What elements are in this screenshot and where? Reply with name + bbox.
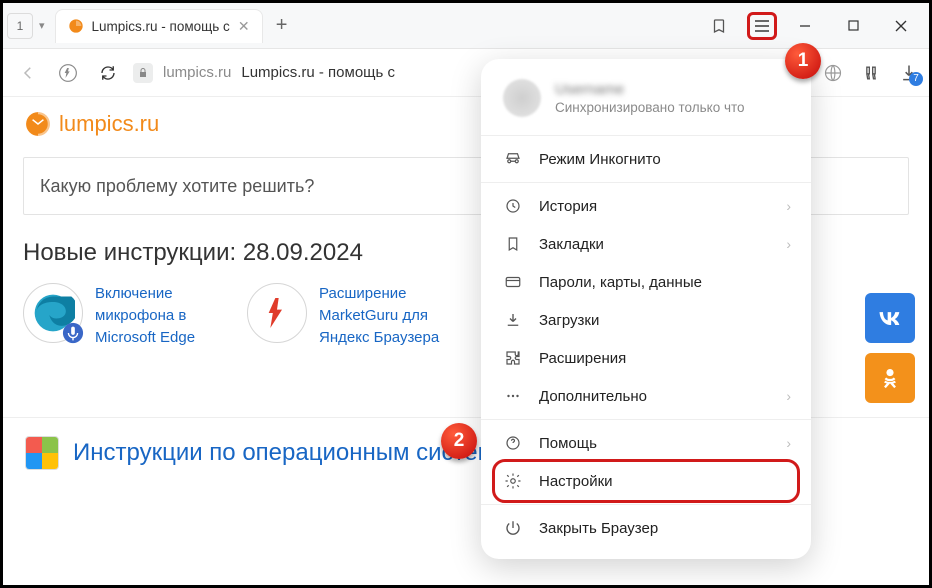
chevron-down-icon[interactable]: ▾	[39, 19, 45, 32]
annotation-2: 2	[441, 423, 477, 459]
back-button[interactable]	[13, 58, 43, 88]
edge-icon	[23, 283, 83, 343]
chevron-right-icon: ›	[786, 435, 791, 451]
favicon-icon	[68, 18, 84, 34]
menu-header[interactable]: Username Синхронизировано только что	[481, 73, 811, 131]
new-tab-button[interactable]: +	[267, 11, 297, 41]
download-icon	[503, 310, 523, 330]
chevron-right-icon: ›	[786, 236, 791, 252]
globe-icon[interactable]	[823, 63, 843, 83]
card-yandex-ext[interactable]: Расширение MarketGuru для Яндекс Браузер…	[247, 283, 457, 348]
maximize-button[interactable]	[829, 6, 877, 46]
menu-close-browser[interactable]: Закрыть Браузер	[481, 509, 811, 547]
chevron-right-icon: ›	[786, 198, 791, 214]
ok-button[interactable]	[865, 353, 915, 403]
menu-more[interactable]: Дополнительно›	[481, 377, 811, 415]
card-icon	[503, 272, 523, 292]
chevron-right-icon: ›	[786, 388, 791, 404]
gear-icon	[503, 471, 523, 491]
yandex-home-icon[interactable]	[53, 58, 83, 88]
bookmark-icon	[503, 234, 523, 254]
card-title: Расширение MarketGuru для Яндекс Браузер…	[319, 283, 457, 348]
menu-bookmarks[interactable]: Закладки›	[481, 225, 811, 263]
menu-incognito[interactable]: Режим Инкогнито	[481, 140, 811, 178]
browser-tab[interactable]: Lumpics.ru - помощь с ✕	[55, 9, 263, 43]
url-title: Lumpics.ru - помощь с	[241, 64, 395, 81]
more-icon	[503, 386, 523, 406]
downloads-icon[interactable]: 7	[899, 63, 919, 83]
os-grid-icon	[25, 436, 59, 470]
site-logo-icon	[25, 111, 51, 137]
card-title: Включение микрофона в Microsoft Edge	[95, 283, 233, 348]
minimize-button[interactable]	[781, 6, 829, 46]
menu-extensions[interactable]: Расширения	[481, 339, 811, 377]
close-window-button[interactable]	[877, 6, 925, 46]
top-icon-group	[699, 9, 777, 43]
power-icon	[503, 518, 523, 538]
menu-sync-status: Синхронизировано только что	[555, 100, 745, 115]
annotation-1: 1	[785, 43, 821, 79]
close-tab-icon[interactable]: ✕	[238, 18, 250, 35]
site-name: lumpics.ru	[59, 111, 159, 137]
menu-username: Username	[555, 81, 745, 98]
vk-button[interactable]	[865, 293, 915, 343]
menu-passwords[interactable]: Пароли, карты, данные	[481, 263, 811, 301]
tab-strip: 1 ▾ Lumpics.ru - помощь с ✕ +	[3, 3, 929, 49]
url-host: lumpics.ru	[163, 64, 231, 81]
avatar-icon	[503, 79, 541, 117]
tab-title: Lumpics.ru - помощь с	[92, 19, 230, 34]
feedback-icon[interactable]	[861, 63, 881, 83]
card-edge-mic[interactable]: Включение микрофона в Microsoft Edge	[23, 283, 233, 348]
history-icon	[503, 196, 523, 216]
social-buttons	[865, 293, 915, 403]
help-icon	[503, 433, 523, 453]
reload-button[interactable]	[93, 58, 123, 88]
menu-settings[interactable]: Настройки	[495, 462, 797, 500]
yandex-browser-icon	[247, 283, 307, 343]
main-menu-button[interactable]	[747, 12, 777, 40]
lock-icon	[133, 63, 153, 83]
menu-help[interactable]: Помощь›	[481, 424, 811, 462]
menu-downloads[interactable]: Загрузки	[481, 301, 811, 339]
main-menu-panel: Username Синхронизировано только что Реж…	[481, 59, 811, 559]
incognito-icon	[503, 149, 523, 169]
toolbar-right: 7	[823, 63, 919, 83]
downloads-badge: 7	[909, 72, 923, 86]
bookmark-outline-icon[interactable]	[699, 9, 739, 43]
puzzle-icon	[503, 348, 523, 368]
tab-counter[interactable]: 1	[7, 13, 33, 39]
menu-history[interactable]: История›	[481, 187, 811, 225]
